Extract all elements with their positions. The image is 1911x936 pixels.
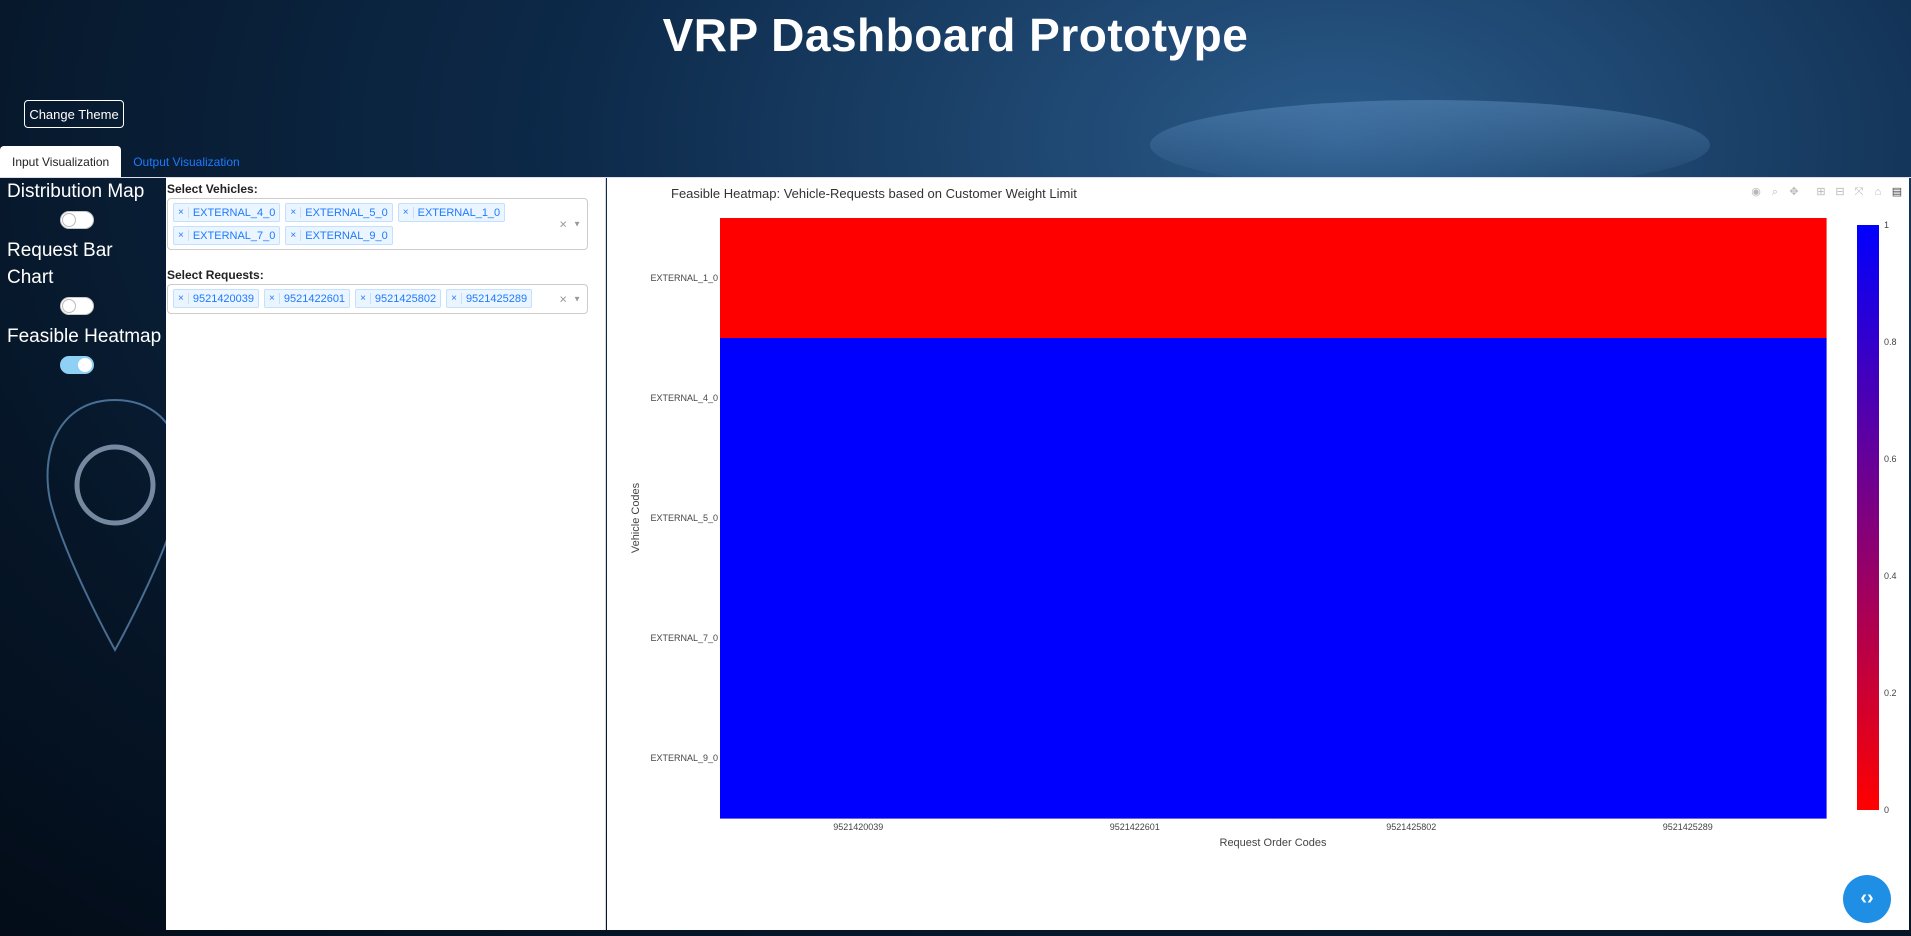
select-requests-dropdown[interactable]: × 9521420039 × 9521422601 × 9521425802 × 952142… (167, 284, 588, 314)
heatmap-cell (1549, 578, 1827, 699)
y-axis-label: Vehicle Codes (630, 482, 642, 553)
tab-output-visualization[interactable]: Output Visualization (121, 146, 252, 178)
remove-chip-icon[interactable]: × (286, 230, 302, 241)
heatmap-cell (996, 698, 1274, 819)
sidebar-item-request-bar-chart-label: Request Bar Chart (7, 240, 113, 288)
change-theme-button[interactable]: Change Theme (24, 100, 124, 128)
heatmap-cell (996, 458, 1274, 579)
vehicle-chip-label: EXTERNAL_7_0 (192, 229, 276, 242)
remove-chip-icon[interactable]: × (447, 293, 462, 304)
colorbar-tick-label: 0.6 (1884, 454, 1897, 464)
remove-chip-icon[interactable]: × (286, 207, 302, 218)
filter-panel: Select Vehicles: × EXTERNAL_4_0 × EXTERNAL_… (166, 178, 606, 930)
heatmap-cell (720, 578, 998, 699)
vehicle-chip-label: EXTERNAL_1_0 (417, 206, 501, 219)
remove-chip-icon[interactable]: × (174, 207, 189, 218)
vehicle-chip-label: EXTERNAL_4_0 (192, 206, 276, 219)
vehicle-chip-label: EXTERNAL_9_0 (305, 229, 388, 242)
heatmap-cell (1549, 338, 1827, 459)
remove-chip-icon[interactable]: × (174, 230, 189, 241)
heatmap-cell (1273, 338, 1551, 459)
heatmap-cell (1273, 698, 1551, 819)
x-tick-label: 9521422601 (1110, 822, 1160, 832)
select-requests-label: Select Requests: (167, 268, 264, 282)
colorbar (1857, 225, 1879, 810)
x-tick-label: 9521425289 (1663, 822, 1713, 832)
colorbar-tick-label: 0.2 (1884, 688, 1897, 698)
vehicle-chip[interactable]: × EXTERNAL_7_0 (173, 226, 281, 245)
colorbar-tick-label: 1 (1884, 220, 1889, 230)
heatmap-cell (720, 338, 998, 459)
chevron-down-icon[interactable]: ▼ (573, 295, 581, 304)
heatmap-cell (1549, 458, 1827, 579)
request-bar-chart-toggle[interactable] (60, 297, 94, 315)
vehicle-chip[interactable]: × EXTERNAL_5_0 (285, 203, 393, 222)
y-tick-label: EXTERNAL_5_0 (650, 513, 718, 523)
vehicle-chip[interactable]: × EXTERNAL_4_0 (173, 203, 281, 222)
sidebar: Distribution Map Request Bar Chart Feasi… (0, 178, 166, 382)
heatmap-cell (720, 698, 998, 819)
distribution-map-toggle[interactable] (60, 211, 94, 229)
chart-panel: Feasible Heatmap: Vehicle-Requests based… (607, 178, 1909, 930)
tab-bar: Input Visualization Output Visualization (0, 146, 252, 178)
request-chip[interactable]: × 9521420039 (173, 289, 260, 308)
heatmap-cell (720, 458, 998, 579)
vehicle-chip[interactable]: × EXTERNAL_1_0 (397, 203, 506, 222)
sidebar-item-feasible-heatmap-label: Feasible Heatmap (7, 326, 162, 347)
heatmap-cell (1549, 698, 1827, 819)
vehicle-chip[interactable]: × EXTERNAL_9_0 (285, 226, 393, 245)
request-chip-label: 9521425802 (374, 292, 437, 305)
clear-icon[interactable]: × (559, 217, 567, 232)
heatmap-cell (996, 578, 1274, 699)
heatmap-cell (996, 338, 1274, 459)
y-tick-label: EXTERNAL_7_0 (650, 633, 718, 643)
feasible-heatmap-toggle[interactable] (60, 356, 94, 374)
select-vehicles-label: Select Vehicles: (167, 182, 258, 196)
request-chip[interactable]: × 9521425802 (355, 289, 442, 308)
y-tick-label: EXTERNAL_1_0 (650, 273, 718, 283)
heatmap-cell (1273, 458, 1551, 579)
colorbar-tick-label: 0 (1884, 805, 1889, 815)
remove-chip-icon[interactable]: × (265, 293, 280, 304)
colorbar-tick-label: 0.8 (1884, 337, 1897, 347)
toggle-knob (78, 358, 92, 372)
remove-chip-icon[interactable]: × (356, 293, 371, 304)
heatmap-cell (1273, 218, 1551, 339)
remove-chip-icon[interactable]: × (174, 293, 189, 304)
y-tick-label: EXTERNAL_9_0 (650, 753, 718, 763)
clear-icon[interactable]: × (559, 292, 567, 307)
heatmap-chart: EXTERNAL_1_0 EXTERNAL_4_0 EXTERNAL_5_0 EXTE… (630, 218, 1897, 849)
chevron-down-icon[interactable]: ▼ (573, 220, 581, 229)
request-chip-label: 9521425289 (465, 292, 528, 305)
toggle-knob (62, 299, 76, 313)
y-tick-label: EXTERNAL_4_0 (650, 393, 718, 403)
x-tick-label: 9521425802 (1386, 822, 1436, 832)
heatmap-cell (996, 218, 1274, 339)
colorbar-tick-label: 0.4 (1884, 571, 1897, 581)
vehicle-chip-label: EXTERNAL_5_0 (305, 206, 388, 219)
request-chip-label: 9521422601 (283, 292, 346, 305)
request-chip[interactable]: × 9521425289 (446, 289, 533, 308)
tab-input-visualization[interactable]: Input Visualization (0, 146, 122, 178)
page-title: VRP Dashboard Prototype (662, 9, 1249, 61)
request-chip-label: 9521420039 (192, 292, 255, 305)
heatmap-cell (1549, 218, 1827, 339)
code-toggle-button[interactable]: ‹› (1843, 875, 1891, 923)
select-vehicles-dropdown[interactable]: × EXTERNAL_4_0 × EXTERNAL_5_0 × EXTERNAL_1_0 ×… (167, 198, 588, 250)
request-chip[interactable]: × 9521422601 (264, 289, 351, 308)
x-axis-label: Request Order Codes (1220, 837, 1327, 849)
sidebar-item-distribution-map-label: Distribution Map (7, 181, 145, 202)
heatmap-cell (720, 218, 998, 339)
heatmap-cell (1273, 578, 1551, 699)
toggle-knob (62, 213, 76, 227)
remove-chip-icon[interactable]: × (399, 207, 414, 218)
x-tick-label: 9521420039 (833, 822, 883, 832)
